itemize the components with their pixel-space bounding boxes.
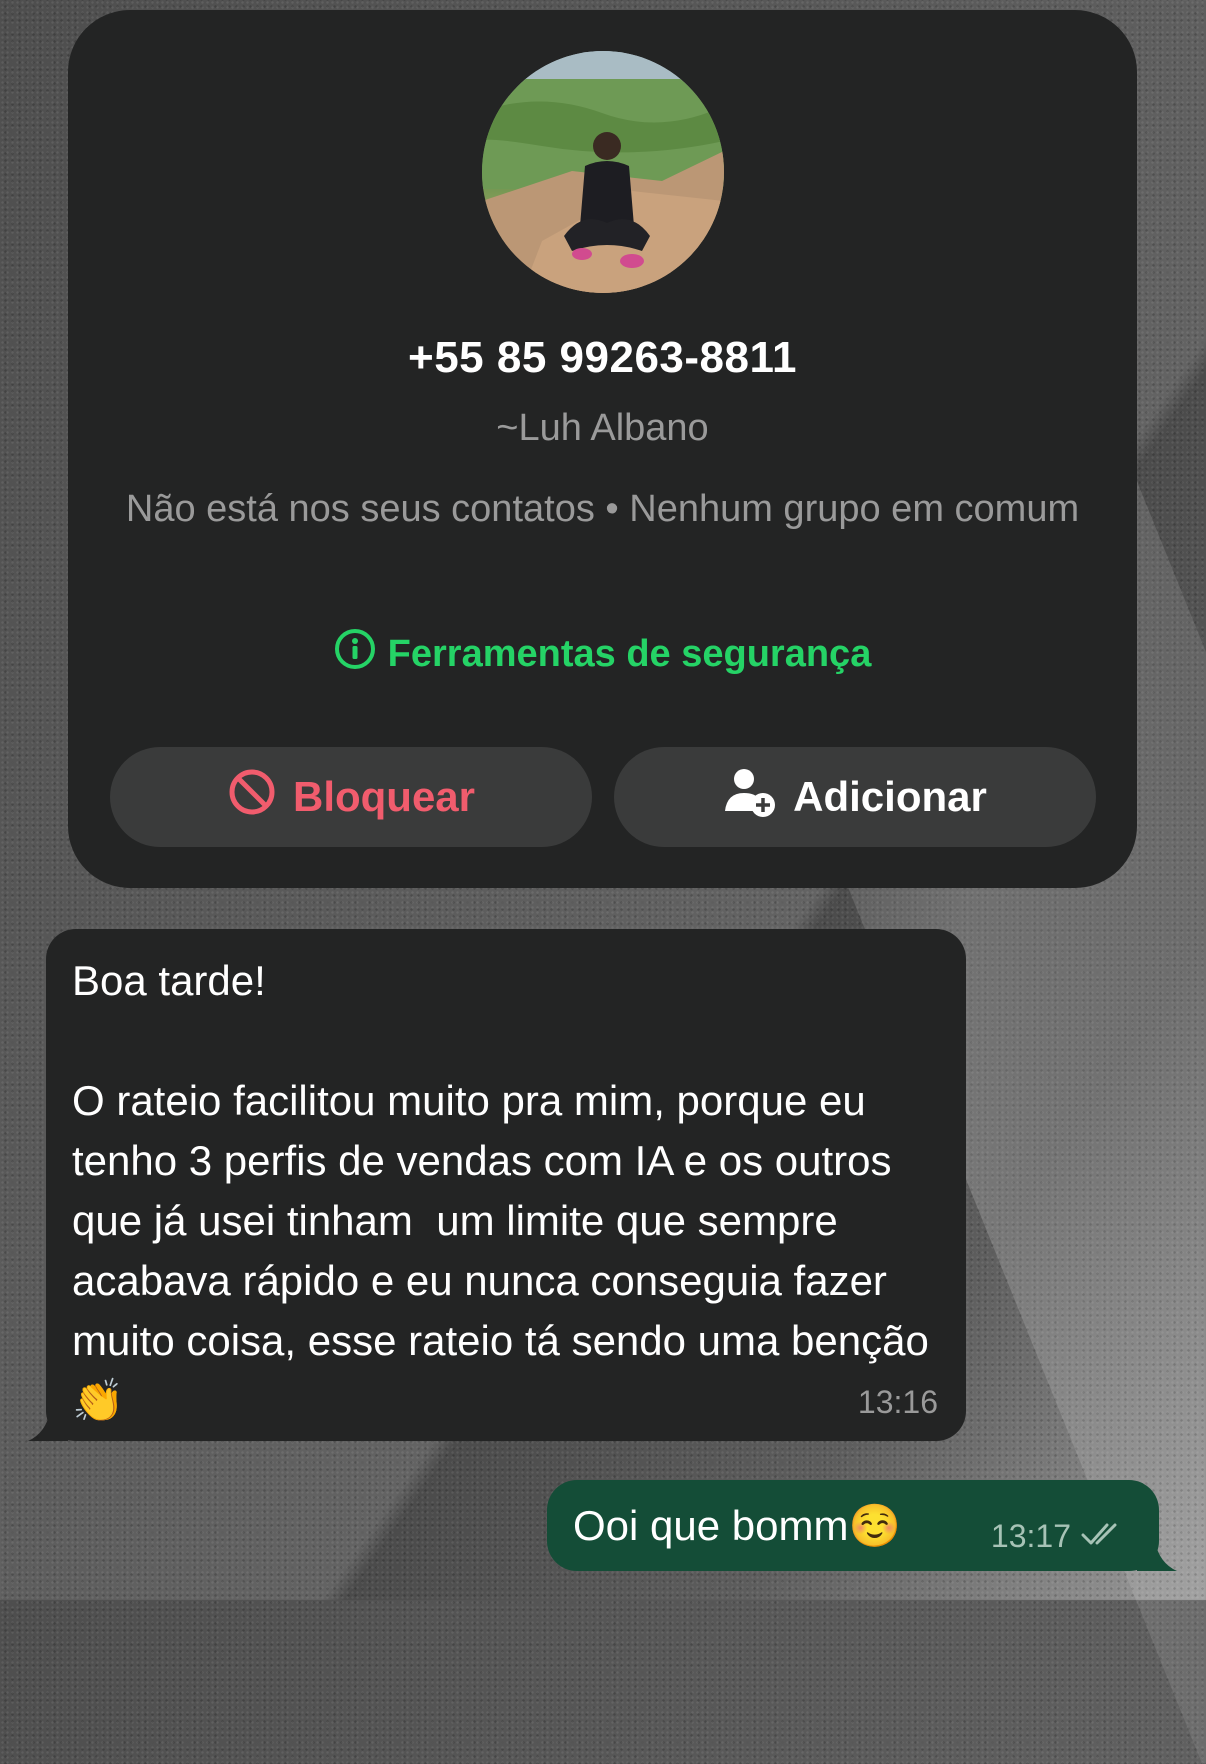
contact-display-name: ~Luh Albano (496, 407, 709, 449)
message-meta: 13:17 (991, 1518, 1125, 1555)
avatar[interactable] (482, 51, 724, 293)
info-icon (334, 628, 376, 680)
message-text: Ooi que bomm☺️ (573, 1501, 901, 1549)
contact-info-card: +55 85 99263-8811 ~Luh Albano Não está n… (68, 10, 1137, 888)
message-text: Boa tarde! O rateio facilitou muito pra … (72, 957, 929, 1424)
bubble-tail (28, 1411, 68, 1441)
bubble-tail (1137, 1541, 1177, 1571)
safety-tools-label: Ferramentas de segurança (387, 632, 872, 675)
add-contact-label: Adicionar (793, 773, 987, 820)
double-check-icon (1081, 1518, 1125, 1555)
message-timestamp: 13:17 (990, 1518, 1071, 1554)
incoming-message-bubble[interactable]: Boa tarde! O rateio facilitou muito pra … (28, 929, 966, 1441)
outgoing-message-bubble[interactable]: Ooi que bomm☺️ 13:17 (547, 1480, 1177, 1571)
contact-status-info: Não está nos seus contatos • Nenhum grup… (125, 488, 1080, 530)
avatar-photo (482, 51, 724, 293)
block-button-label: Bloquear (292, 773, 476, 820)
block-button[interactable]: Bloquear (110, 747, 592, 847)
message-timestamp: 13:16 (857, 1384, 938, 1420)
add-contact-button[interactable]: Adicionar (614, 747, 1096, 847)
add-person-icon (723, 765, 777, 829)
safety-tools-link[interactable]: Ferramentas de segurança (68, 628, 1137, 680)
block-icon (227, 767, 277, 827)
contact-phone-number: +55 85 99263-8811 (408, 333, 797, 382)
